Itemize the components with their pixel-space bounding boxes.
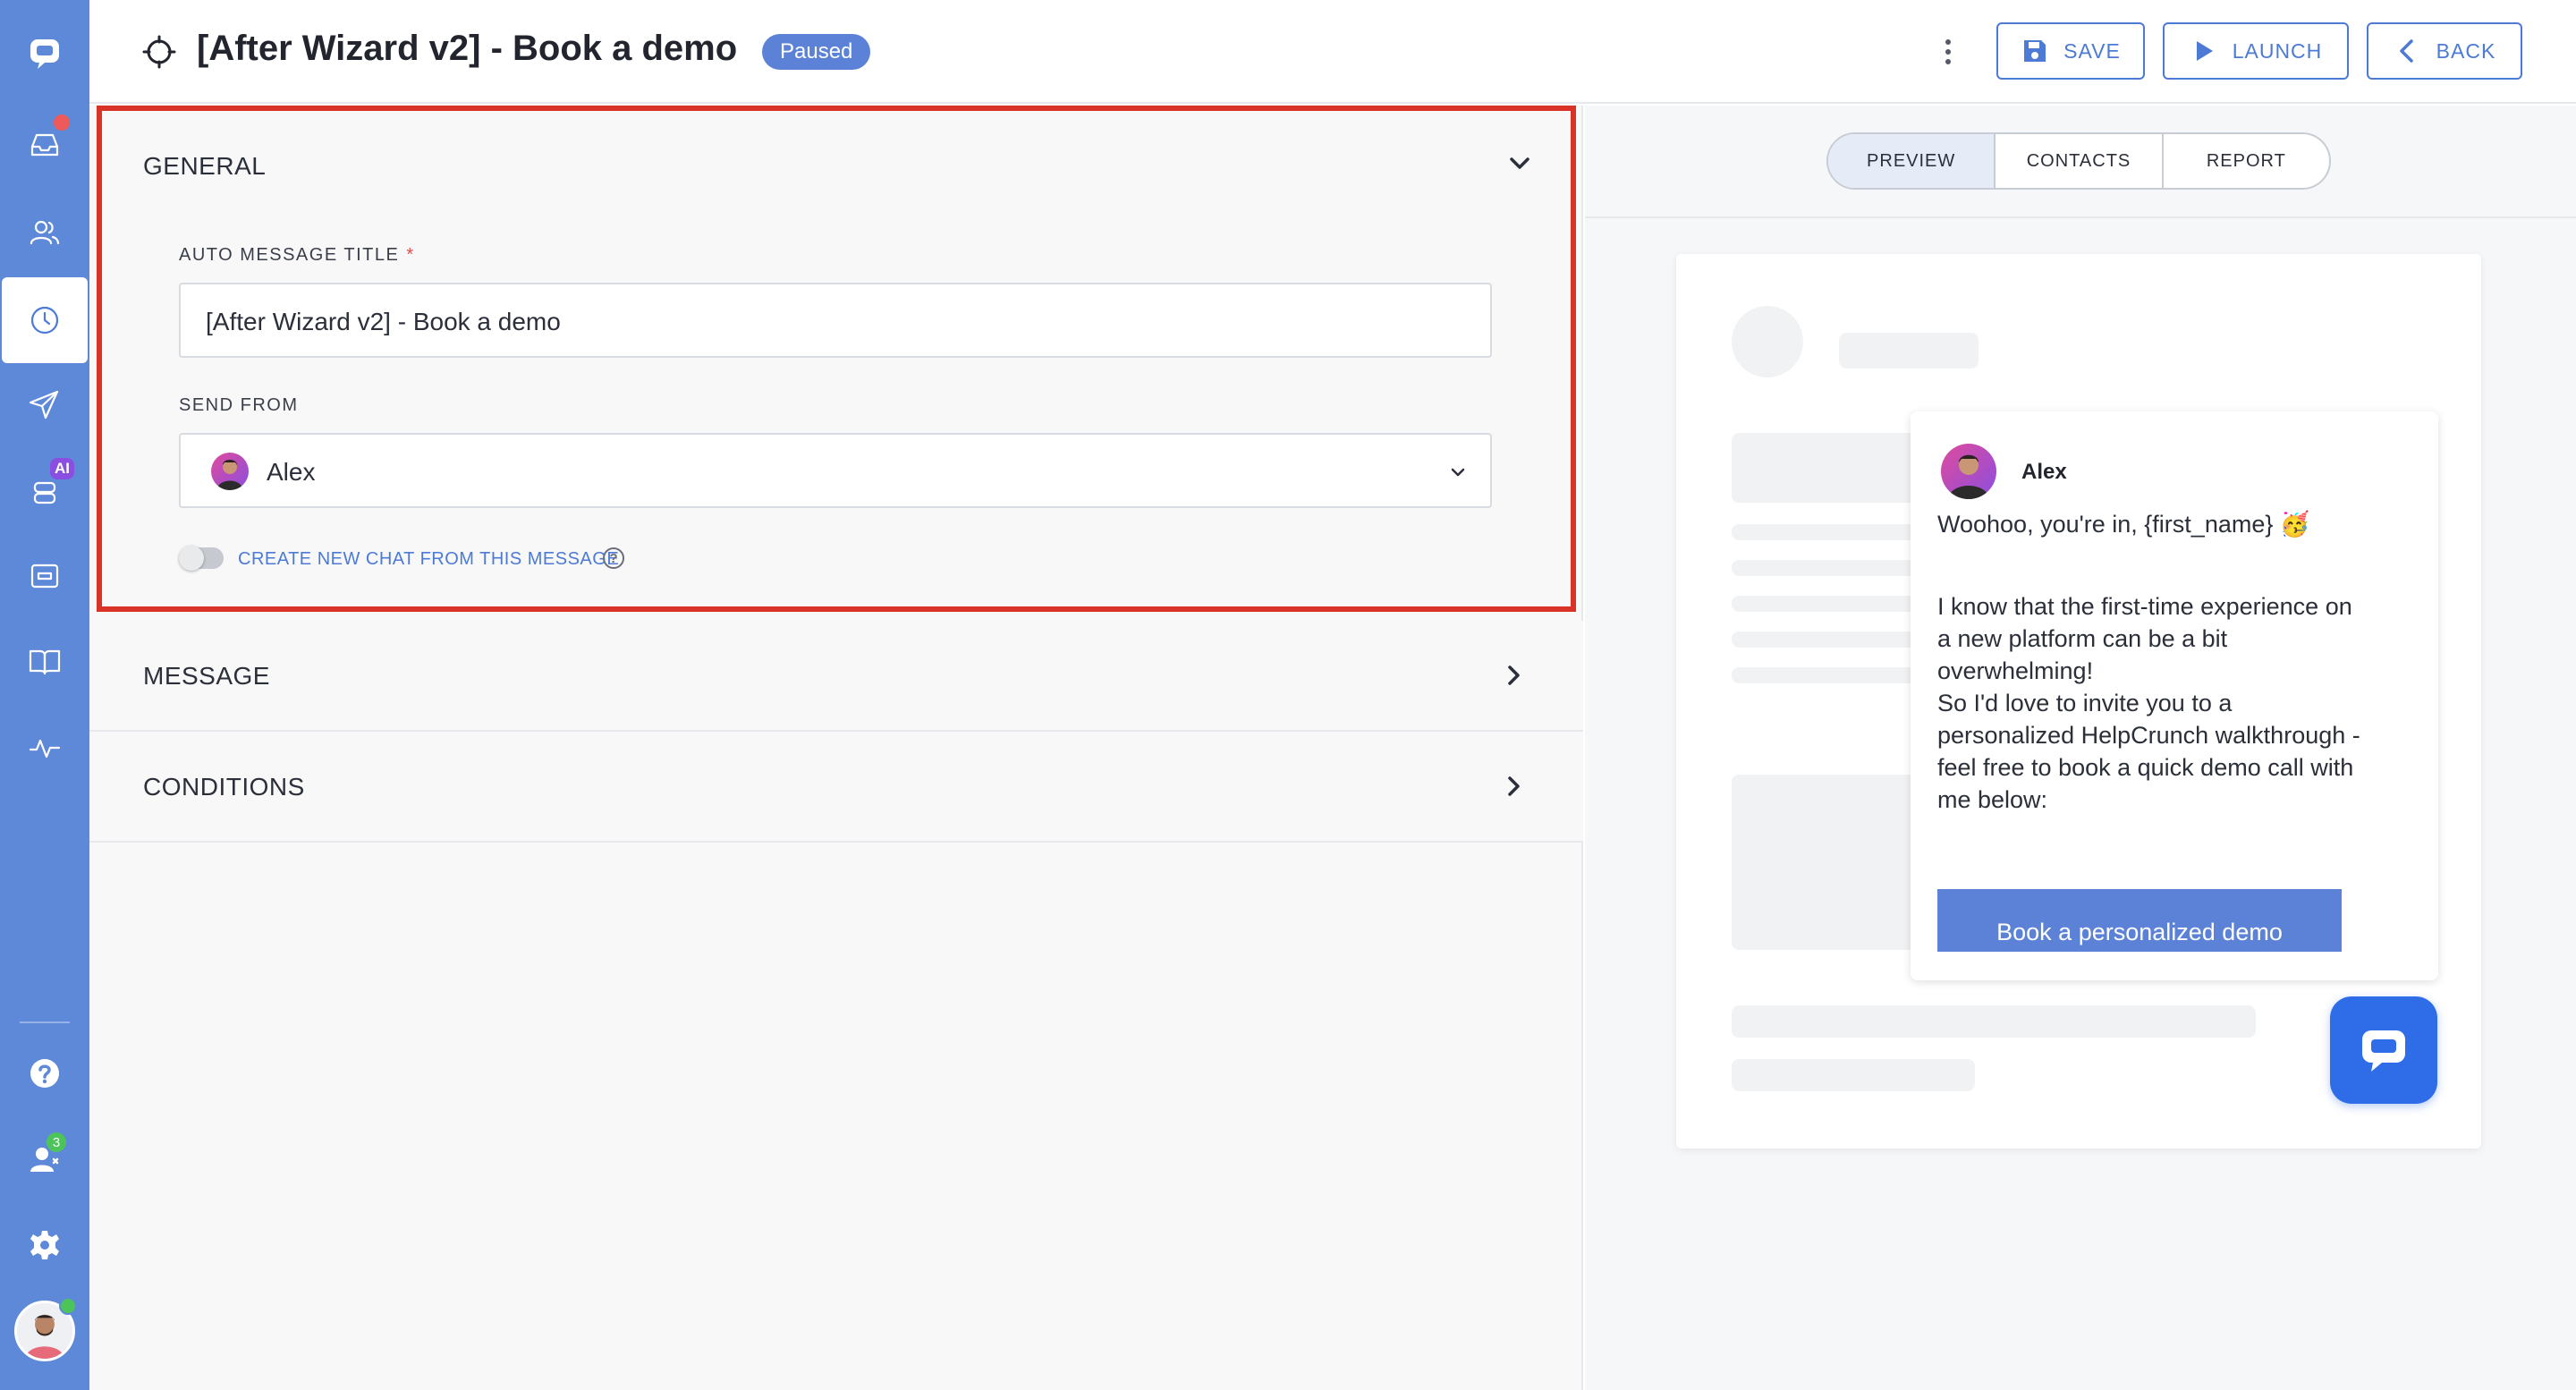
gear-icon: [30, 1231, 59, 1259]
nav-team[interactable]: [0, 1116, 89, 1202]
nav-divider: [20, 1021, 70, 1023]
create-new-chat-toggle[interactable]: [179, 546, 224, 571]
widget-icon: [30, 564, 59, 589]
message-greeting: Woohoo, you're in, {first_name} 🥳: [1937, 511, 2310, 538]
sidebar-nav: AI 3: [0, 0, 89, 1390]
book-demo-button[interactable]: Book a personalized demo: [1937, 889, 2342, 952]
skeleton-block: [1732, 433, 1928, 503]
conditions-section[interactable]: CONDITIONS: [89, 732, 1583, 843]
more-options-icon[interactable]: [1939, 34, 1957, 70]
send-from-select[interactable]: Alex: [179, 433, 1492, 508]
preview-panel: PREVIEW CONTACTS REPORT Alex Woohoo, you…: [1585, 106, 2576, 1390]
save-button[interactable]: SAVE: [1996, 22, 2145, 80]
chevron-right-icon: [1499, 771, 1530, 801]
helpcrunch-logo-icon[interactable]: [0, 11, 89, 97]
back-button[interactable]: BACK: [2367, 22, 2522, 80]
message-section-title: MESSAGE: [143, 662, 270, 690]
message-body: I know that the first-time experience on…: [1937, 593, 2360, 813]
auto-message-title-value: [After Wizard v2] - Book a demo: [206, 308, 561, 335]
nav-widget[interactable]: [0, 533, 89, 619]
sender-avatar: [211, 453, 249, 490]
preview-tabs: PREVIEW CONTACTS REPORT: [1826, 132, 2331, 190]
launch-button[interactable]: LAUNCH: [2163, 22, 2349, 80]
message-preview-bubble: Alex Woohoo, you're in, {first_name} 🥳 I…: [1911, 411, 2438, 980]
activity-icon: [29, 739, 61, 759]
sender-avatar: [1941, 444, 1996, 499]
inbox-icon: [30, 133, 59, 157]
nav-settings[interactable]: [0, 1202, 89, 1288]
auto-message-title-input[interactable]: [After Wizard v2] - Book a demo: [179, 283, 1492, 358]
status-badge: Paused: [762, 34, 871, 70]
nav-campaigns[interactable]: [0, 361, 89, 447]
launch-label: LAUNCH: [2232, 38, 2323, 63]
page-header: [After Wizard v2] - Book a demo Paused S…: [89, 0, 2576, 104]
conditions-section-title: CONDITIONS: [143, 773, 305, 801]
nav-inbox[interactable]: [0, 102, 89, 188]
create-new-chat-label[interactable]: CREATE NEW CHAT FROM THIS MESSAGE: [238, 549, 619, 570]
chat-bubble-icon: [2362, 1030, 2405, 1072]
skeleton-line: [1732, 631, 1928, 648]
skeleton-line: [1732, 524, 1928, 540]
floppy-disk-icon: [2024, 40, 2046, 62]
skeleton-avatar: [1732, 306, 1803, 377]
chevron-down-icon: [1449, 463, 1467, 481]
clock-icon: [30, 306, 59, 335]
nav-knowledge-base[interactable]: [0, 619, 89, 705]
chat-widget-button[interactable]: [2330, 996, 2437, 1104]
chevron-left-icon: [2399, 39, 2413, 63]
tab-preview[interactable]: PREVIEW: [1828, 134, 1996, 188]
chevron-right-icon: [1499, 660, 1530, 691]
preview-tabs-bar: PREVIEW CONTACTS REPORT: [1585, 106, 2576, 218]
ai-badge: AI: [50, 458, 74, 479]
skeleton-line: [1732, 1059, 1975, 1091]
chevron-down-icon[interactable]: [1504, 148, 1535, 179]
nav-reports[interactable]: [0, 705, 89, 791]
send-icon: [29, 390, 59, 420]
skeleton-line: [1839, 333, 1979, 369]
target-icon: [141, 34, 177, 70]
nav-ai-bot[interactable]: [0, 447, 89, 533]
save-label: SAVE: [2063, 38, 2121, 63]
skeleton-block: [1732, 775, 1928, 950]
sender-name: Alex: [2021, 460, 2067, 484]
general-section-title[interactable]: GENERAL: [143, 152, 266, 181]
back-label: BACK: [2436, 38, 2496, 63]
contacts-icon: [30, 220, 60, 245]
skeleton-line: [1732, 560, 1928, 576]
nav-contacts[interactable]: [0, 190, 89, 275]
online-status-dot: [59, 1297, 77, 1315]
skeleton-line: [1732, 1005, 2256, 1038]
team-count-badge: 3: [47, 1132, 66, 1152]
page-title: [After Wizard v2] - Book a demo: [197, 29, 738, 68]
nav-help[interactable]: [0, 1030, 89, 1116]
tab-report[interactable]: REPORT: [2164, 134, 2329, 188]
send-from-value: Alex: [267, 458, 316, 486]
help-icon: [30, 1059, 59, 1088]
send-from-label: SEND FROM: [179, 395, 299, 415]
auto-message-title-label: AUTO MESSAGE TITLE *: [179, 245, 415, 265]
play-icon: [2196, 41, 2213, 61]
settings-panel: GENERAL AUTO MESSAGE TITLE * [After Wizar…: [89, 106, 1583, 1390]
skeleton-line: [1732, 596, 1928, 612]
general-section: GENERAL AUTO MESSAGE TITLE * [After Wizar…: [97, 106, 1576, 612]
message-section[interactable]: MESSAGE: [89, 621, 1583, 732]
unread-dot: [54, 114, 70, 131]
question-circle-icon[interactable]: ?: [603, 547, 624, 569]
skeleton-line: [1732, 667, 1928, 683]
book-icon: [29, 649, 61, 675]
nav-auto-messages[interactable]: [2, 277, 88, 363]
tab-contacts[interactable]: CONTACTS: [1996, 134, 2164, 188]
